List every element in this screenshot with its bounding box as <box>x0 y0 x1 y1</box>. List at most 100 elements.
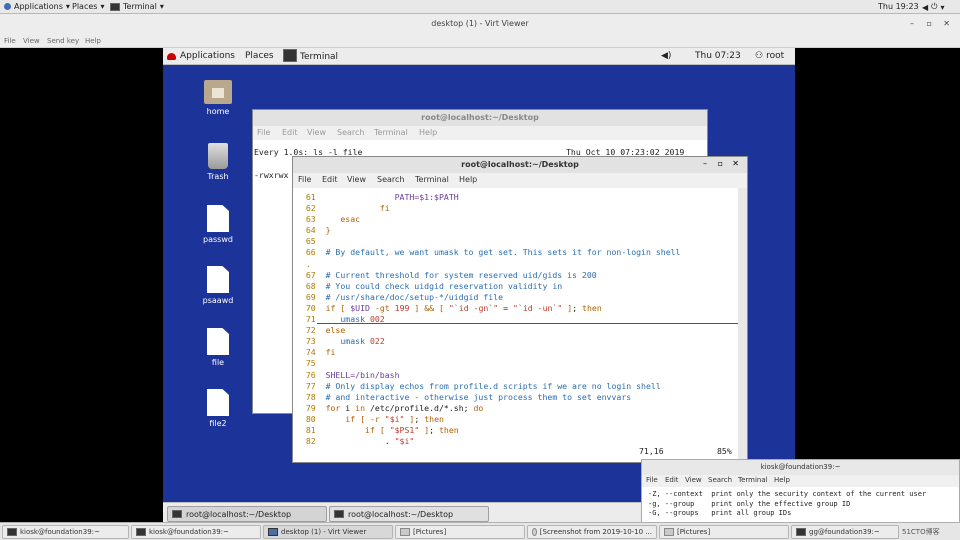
desktop-icon-psaawd[interactable]: psaawd <box>188 266 248 305</box>
host-taskbar: kiosk@foundation39:~ kiosk@foundation39:… <box>0 522 960 540</box>
host-task-item[interactable]: [Pictures] <box>659 525 789 539</box>
minimize-icon[interactable]: – <box>703 159 707 168</box>
terminal-icon <box>136 528 146 536</box>
host-top-panel: Applications ▾ Places ▾ Terminal ▾ Thu 1… <box>0 0 960 14</box>
file-icon <box>207 389 229 416</box>
output-line: -G, --groups print all group IDs <box>648 509 792 517</box>
terminal-icon <box>172 510 182 518</box>
front-terminal-menubar: File Edit View Search Terminal Help <box>293 173 747 188</box>
fedora-logo-icon <box>4 3 11 10</box>
terminal-icon <box>110 2 120 11</box>
guest-clock[interactable]: Thu 07:23 <box>695 51 741 61</box>
host-terminal-window[interactable]: kiosk@foundation39:~ File Edit View Sear… <box>641 459 960 523</box>
host-system-tray[interactable]: ◀ ⏻ ▾ <box>922 2 945 12</box>
viewer-titlebar: desktop (1) - Virt Viewer – ▫ ✕ <box>0 14 960 34</box>
minimize-icon[interactable]: – <box>910 14 914 34</box>
guest-task-terminal-2[interactable]: root@localhost:~/Desktop <box>329 506 489 522</box>
guest-task-terminal-1[interactable]: root@localhost:~/Desktop <box>167 506 327 522</box>
guest-applications-menu[interactable]: Applications <box>167 51 235 61</box>
host-task-item[interactable]: kiosk@foundation39:~ <box>131 525 261 539</box>
host-clock[interactable]: Thu 19:23 <box>878 2 919 11</box>
home-folder-icon <box>204 80 232 104</box>
menu-file[interactable]: File <box>298 175 311 184</box>
power-icon: ⏻ <box>931 2 938 11</box>
speaker-icon[interactable]: ◀) <box>661 51 671 61</box>
viewer-menu-file[interactable]: File <box>4 37 16 45</box>
desktop-icon-file[interactable]: file <box>188 328 248 367</box>
menu-terminal[interactable]: Terminal <box>374 128 408 137</box>
menu-terminal[interactable]: Terminal <box>415 175 449 184</box>
file-icon <box>207 205 229 232</box>
guest-places-menu[interactable]: Places <box>245 51 274 61</box>
menu-edit[interactable]: Edit <box>322 175 338 184</box>
guest-user-menu[interactable]: ⚇ root <box>755 51 784 61</box>
viewer-menu-view[interactable]: View <box>23 37 40 45</box>
viewer-menu-help[interactable]: Help <box>85 37 101 45</box>
image-icon <box>532 528 537 536</box>
watermark: 51CTO博客 <box>902 528 940 536</box>
viewer-menubar: File View Send key Help <box>0 34 960 48</box>
folder-icon <box>664 528 674 536</box>
menu-help[interactable]: Help <box>459 175 477 184</box>
speaker-icon: ◀ <box>922 2 929 12</box>
trash-icon <box>208 143 228 169</box>
menu-file[interactable]: File <box>257 128 270 137</box>
maximize-icon[interactable]: ▫ <box>927 14 932 34</box>
menu-edit[interactable]: Edit <box>665 476 679 484</box>
output-line: -Z, --context print only the security co… <box>648 490 927 498</box>
menu-edit[interactable]: Edit <box>282 128 298 137</box>
vim-cursor-position: 71,16 <box>639 446 664 456</box>
menu-search[interactable]: Search <box>337 128 364 137</box>
host-task-item[interactable]: [Screenshot from 2019-10-10 ... <box>527 525 657 539</box>
menu-help[interactable]: Help <box>419 128 437 137</box>
host-places-menu[interactable]: Places ▾ <box>72 2 104 11</box>
host-task-item[interactable]: desktop (1) - Virt Viewer <box>263 525 393 539</box>
menu-search[interactable]: Search <box>377 175 404 184</box>
back-terminal-title: root@localhost:~/Desktop <box>253 110 707 126</box>
chevron-down-icon: ▾ <box>100 2 105 11</box>
watch-output: -rwxrwx <box>254 170 289 180</box>
chevron-down-icon: ▾ <box>159 2 164 11</box>
desktop-icon-passwd[interactable]: passwd <box>188 205 248 244</box>
viewer-menu-sendkey[interactable]: Send key <box>47 37 79 45</box>
guest-terminal-menu[interactable]: Terminal <box>283 49 338 62</box>
guest-top-panel: Applications Places Terminal ◀) Thu 07:2… <box>163 48 795 65</box>
host-terminal-title: kiosk@foundation39:~ <box>642 460 959 475</box>
menu-help[interactable]: Help <box>774 476 790 484</box>
cursor-line <box>317 323 739 324</box>
host-applications-menu[interactable]: Applications ▾ <box>4 2 70 11</box>
front-terminal-window[interactable]: root@localhost:~/Desktop – ▫ ✕ File Edit… <box>292 156 748 463</box>
viewer-title: desktop (1) - Virt Viewer <box>431 19 529 28</box>
host-task-item[interactable]: kiosk@foundation39:~ <box>2 525 129 539</box>
menu-view[interactable]: View <box>347 175 366 184</box>
host-task-item[interactable]: gg@foundation39:~ <box>791 525 899 539</box>
desktop-icon-home[interactable]: home <box>188 80 248 116</box>
terminal-icon <box>7 528 17 536</box>
terminal-icon <box>334 510 344 518</box>
host-task-item[interactable]: [Pictures] <box>395 525 525 539</box>
menu-search[interactable]: Search <box>708 476 732 484</box>
close-icon[interactable]: ✕ <box>943 14 950 34</box>
desktop-icon-file2[interactable]: file2 <box>188 389 248 428</box>
file-icon <box>207 328 229 355</box>
output-line: -g, --group print only the effective gro… <box>648 499 851 508</box>
vim-buffer: 61 PATH=$1:$PATH 62 fi 63 esac 64 } 65 6… <box>296 192 681 447</box>
monitor-icon <box>268 528 278 536</box>
maximize-icon[interactable]: ▫ <box>718 159 723 168</box>
close-icon[interactable]: ✕ <box>732 159 739 168</box>
menu-view[interactable]: View <box>685 476 702 484</box>
host-terminal-output: -Z, --context print only the security co… <box>648 490 926 519</box>
host-terminal-menu[interactable]: Terminal ▾ <box>110 2 164 11</box>
host-terminal-menubar: File Edit View Search Terminal Help <box>642 475 959 487</box>
desktop-icon-trash[interactable]: Trash <box>188 143 248 181</box>
terminal-icon <box>796 528 806 536</box>
back-terminal-menubar: File Edit View Search Terminal Help <box>253 126 707 140</box>
front-terminal-title: root@localhost:~/Desktop <box>293 157 747 173</box>
menu-file[interactable]: File <box>646 476 658 484</box>
file-icon <box>207 266 229 293</box>
terminal-scrollbar[interactable] <box>738 188 747 462</box>
chevron-down-icon: ▾ <box>65 2 70 11</box>
menu-terminal[interactable]: Terminal <box>738 476 768 484</box>
menu-view[interactable]: View <box>307 128 326 137</box>
folder-icon <box>400 528 410 536</box>
